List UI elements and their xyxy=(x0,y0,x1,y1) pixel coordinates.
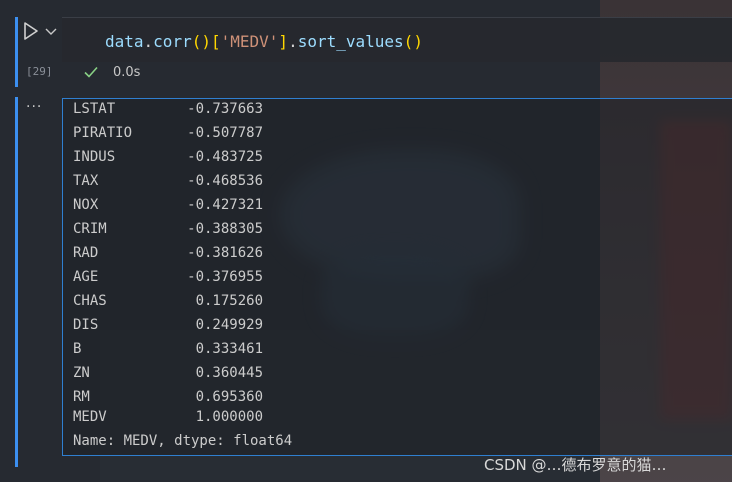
cell-output: LSTAT -0.737663 PIRATIO -0.507787 INDUS -0.… xyxy=(62,98,732,456)
code-token: [ xyxy=(210,32,221,51)
code-token: ) xyxy=(201,32,211,51)
row-label: ZN xyxy=(73,365,90,381)
row-label: INDUS xyxy=(73,149,116,165)
row-label: DIS xyxy=(73,317,99,333)
code-token: sort_values xyxy=(297,32,404,51)
play-icon xyxy=(24,22,38,40)
row-value: -0.427321 xyxy=(187,197,263,213)
row-value: 0.695360 xyxy=(195,389,263,405)
row-value: -0.483725 xyxy=(187,149,263,165)
row-label: TAX xyxy=(73,173,99,189)
cell-status-row: 0.0s xyxy=(62,61,732,87)
row-value: -0.376955 xyxy=(187,269,263,285)
row-value: -0.507787 xyxy=(187,125,263,141)
code-token: ) xyxy=(413,32,423,51)
row-label: B xyxy=(73,341,82,357)
row-label: CRIM xyxy=(73,221,107,237)
cell-focus-bar xyxy=(15,17,18,87)
execution-time: 0.0s xyxy=(113,65,141,80)
row-label: NOX xyxy=(73,197,99,213)
code-token: . xyxy=(143,32,154,51)
row-value: -0.737663 xyxy=(187,101,263,117)
row-value: -0.468536 xyxy=(187,173,263,189)
row-label: RAD xyxy=(73,245,99,261)
watermark: CSDN @‪…德布罗意的猫… xyxy=(484,456,667,474)
code-token: . xyxy=(288,32,298,51)
row-label: CHAS xyxy=(73,293,107,309)
row-value: 0.175260 xyxy=(195,293,263,309)
series-footer: Name: MEDV, dtype: float64 xyxy=(73,433,293,449)
row-value: -0.381626 xyxy=(187,245,263,261)
row-label: LSTAT xyxy=(73,101,116,117)
row-value: 0.360445 xyxy=(195,365,263,381)
code-token: data xyxy=(105,32,144,51)
output-actions-button[interactable]: ··· xyxy=(26,99,42,115)
code-token: ( xyxy=(403,32,414,51)
code-token: ( xyxy=(191,32,202,51)
row-value: 1.000000 xyxy=(195,409,263,425)
row-label: RM xyxy=(73,389,90,405)
code-editor[interactable]: data.corr()['MEDV'].sort_values() xyxy=(62,17,732,62)
row-label: PIRATIO xyxy=(73,125,133,141)
row-value: 0.333461 xyxy=(195,341,263,357)
row-value: 0.249929 xyxy=(195,317,263,333)
output-focus-bar xyxy=(15,97,18,467)
row-label: MEDV xyxy=(73,409,107,425)
code-token: 'MEDV' xyxy=(220,32,279,51)
row-label: AGE xyxy=(73,269,99,285)
code-token: corr xyxy=(153,32,192,51)
code-token: ] xyxy=(278,32,289,51)
run-cell-button[interactable] xyxy=(22,20,40,42)
row-value: -0.388305 xyxy=(187,221,263,237)
check-icon xyxy=(84,66,98,78)
run-options-button[interactable] xyxy=(44,24,58,38)
chevron-down-icon xyxy=(45,28,57,35)
code-line: data.corr()['MEDV'].sort_values() xyxy=(105,32,423,51)
execution-count: [29] xyxy=(26,65,53,78)
